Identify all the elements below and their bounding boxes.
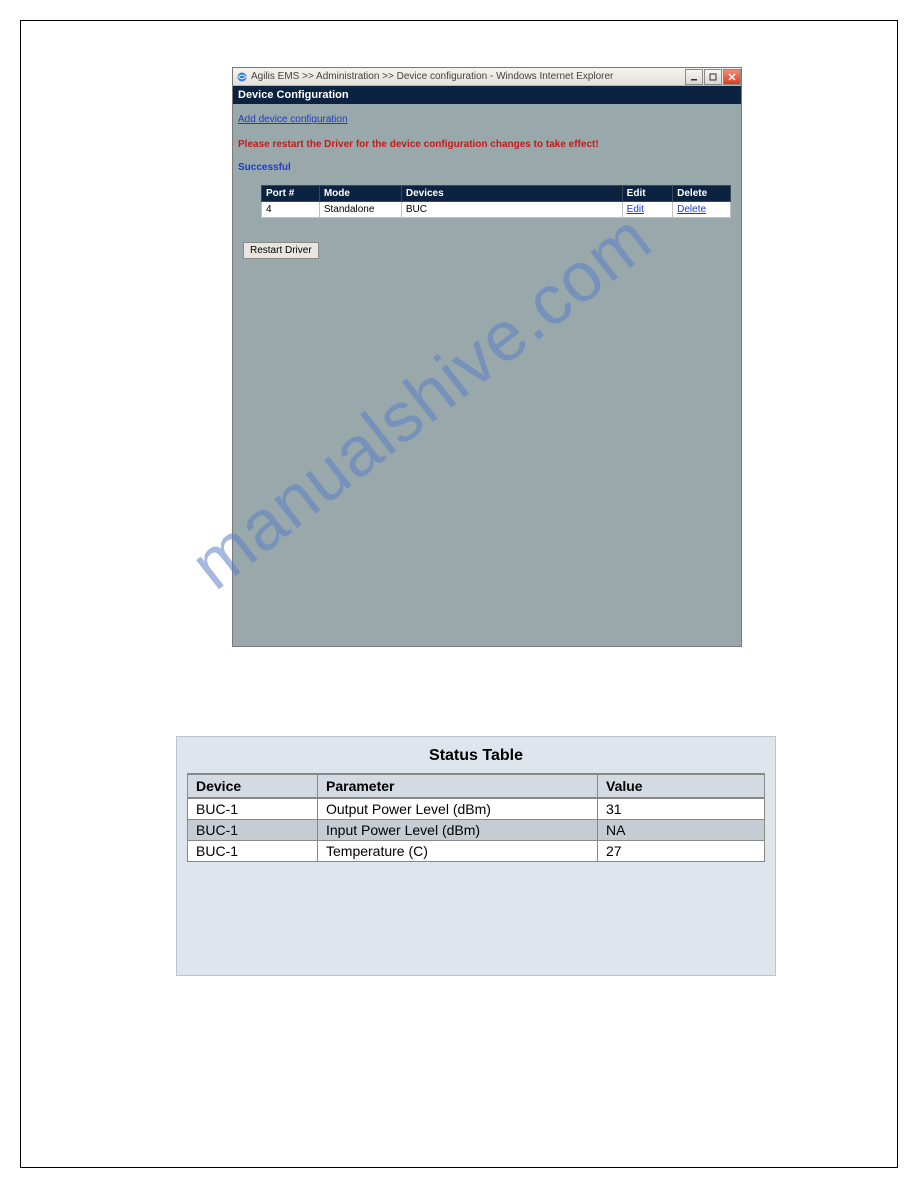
content-body: Add device configuration Please restart … [233, 104, 741, 264]
restart-driver-button[interactable]: Restart Driver [243, 242, 319, 259]
col-devices: Devices [401, 186, 622, 202]
window-title: Agilis EMS >> Administration >> Device c… [251, 71, 684, 82]
col-value: Value [598, 774, 765, 798]
table-row: 4 Standalone BUC Edit Delete [262, 202, 731, 218]
status-row: BUC-1 Temperature (C) 27 [188, 841, 765, 862]
table-header-row: Port # Mode Devices Edit Delete [262, 186, 731, 202]
add-device-link[interactable]: Add device configuration [238, 114, 348, 125]
maximize-button[interactable] [704, 69, 722, 85]
ie-logo-icon [236, 71, 248, 83]
status-table: Device Parameter Value BUC-1 Output Powe… [187, 773, 765, 862]
col-device: Device [188, 774, 318, 798]
cell-parameter: Input Power Level (dBm) [318, 820, 598, 841]
ie-titlebar: Agilis EMS >> Administration >> Device c… [233, 68, 741, 86]
status-title: Status Table [177, 737, 775, 773]
cell-value: 31 [598, 798, 765, 820]
ie-window: Agilis EMS >> Administration >> Device c… [232, 67, 742, 647]
close-button[interactable] [723, 69, 741, 85]
status-panel: Status Table Device Parameter Value BUC-… [176, 736, 776, 976]
page-frame: Agilis EMS >> Administration >> Device c… [20, 20, 898, 1168]
window-controls [684, 69, 741, 85]
cell-device: BUC-1 [188, 798, 318, 820]
col-edit: Edit [622, 186, 672, 202]
edit-link[interactable]: Edit [627, 204, 644, 215]
cell-parameter: Output Power Level (dBm) [318, 798, 598, 820]
delete-link[interactable]: Delete [677, 204, 706, 215]
ie-content: Device Configuration Add device configur… [233, 86, 741, 646]
col-parameter: Parameter [318, 774, 598, 798]
cell-delete: Delete [673, 202, 731, 218]
status-row: BUC-1 Output Power Level (dBm) 31 [188, 798, 765, 820]
col-mode: Mode [319, 186, 401, 202]
warning-message: Please restart the Driver for the device… [238, 139, 736, 150]
cell-edit: Edit [622, 202, 672, 218]
minimize-button[interactable] [685, 69, 703, 85]
col-port: Port # [262, 186, 320, 202]
page-header: Device Configuration [233, 86, 741, 104]
status-header-row: Device Parameter Value [188, 774, 765, 798]
cell-value: NA [598, 820, 765, 841]
cell-device: BUC-1 [188, 841, 318, 862]
col-delete: Delete [673, 186, 731, 202]
device-config-table: Port # Mode Devices Edit Delete 4 Standa… [261, 185, 731, 218]
success-message: Successful [238, 162, 736, 173]
cell-parameter: Temperature (C) [318, 841, 598, 862]
cell-device: BUC-1 [188, 820, 318, 841]
cell-value: 27 [598, 841, 765, 862]
cell-devices: BUC [401, 202, 622, 218]
status-row: BUC-1 Input Power Level (dBm) NA [188, 820, 765, 841]
cell-mode: Standalone [319, 202, 401, 218]
cell-port: 4 [262, 202, 320, 218]
